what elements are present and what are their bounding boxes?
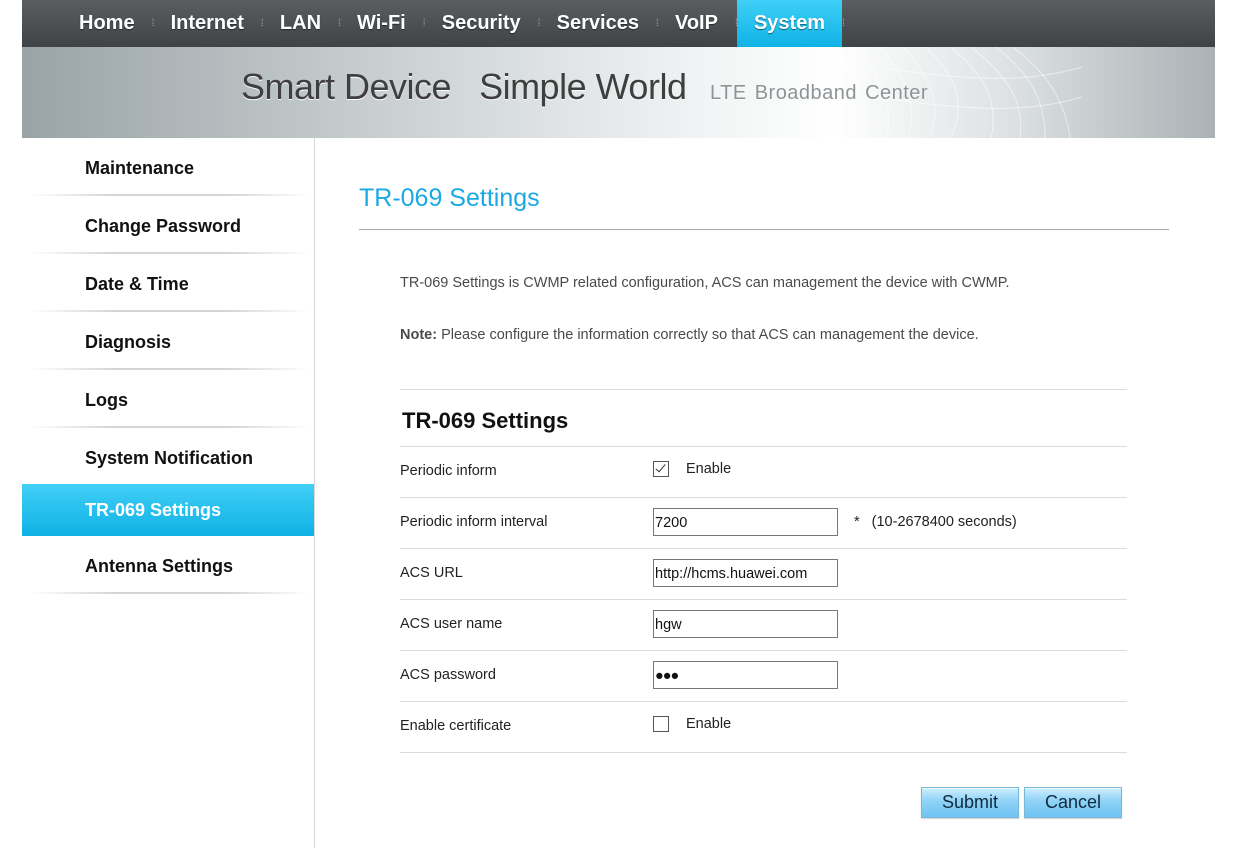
range-hint: (10-2678400 seconds) (871, 514, 1017, 530)
sidebar-item-antenna-settings[interactable]: Antenna Settings (22, 536, 314, 594)
cancel-button[interactable]: Cancel (1024, 787, 1122, 818)
sidebar-item-change-password[interactable]: Change Password (22, 196, 314, 254)
nav-separator: ⁞ (842, 18, 845, 29)
sidebar-item-system-notification[interactable]: System Notification (22, 428, 314, 486)
subtitle-word: Center (865, 82, 929, 104)
sidebar-item-diagnosis[interactable]: Diagnosis (22, 312, 314, 370)
submit-button[interactable]: Submit (921, 787, 1019, 818)
nav-lan[interactable]: LAN (263, 0, 338, 47)
acs-username-input[interactable] (653, 610, 838, 638)
nav-wifi[interactable]: Wi-Fi (340, 0, 423, 47)
sidebar-item-maintenance[interactable]: Maintenance (22, 138, 314, 196)
page-frame: Home ⁞ Internet ⁞ LAN ⁞ Wi-Fi ⁞ Security… (22, 0, 1215, 848)
required-mark: * (854, 514, 860, 530)
field-label: ACS URL (400, 565, 463, 581)
periodic-inform-checkbox[interactable] (653, 461, 669, 477)
page-note: Note: Please configure the information c… (400, 327, 979, 343)
form-row-acs-password: ACS password (400, 651, 1127, 702)
header-banner: Smart Device Simple World LTE Broadband Cen… (22, 47, 1215, 138)
section-title: TR-069 Settings (400, 390, 1127, 447)
top-navigation: Home ⁞ Internet ⁞ LAN ⁞ Wi-Fi ⁞ Security… (22, 0, 1215, 47)
nav-services[interactable]: Services (540, 0, 656, 47)
field-label: ACS password (400, 667, 496, 683)
form-row-enable-certificate: Enable certificate Enable (400, 702, 1127, 753)
main-content: TR-069 Settings TR-069 Settings is CWMP … (315, 138, 1215, 848)
form-row-periodic-inform: Periodic inform Enable (400, 447, 1127, 498)
brand-slogan: Smart Device Simple World LTE Broadband Cen… (241, 66, 936, 108)
note-text: Please configure the information correct… (437, 327, 979, 343)
slogan-subtitle: LTE Broadband Center (710, 82, 936, 104)
sidebar-item-tr069-settings[interactable]: TR-069 Settings (22, 484, 314, 536)
checkbox-label: Enable (686, 461, 732, 477)
page-description: TR-069 Settings is CWMP related configur… (400, 275, 1010, 291)
note-label: Note: (400, 327, 438, 343)
title-divider (359, 229, 1169, 230)
enable-certificate-checkbox[interactable] (653, 716, 669, 732)
sidebar-item-logs[interactable]: Logs (22, 370, 314, 428)
nav-system[interactable]: System (736, 0, 843, 47)
slogan-smart-device: Smart Device (241, 66, 452, 107)
tr069-settings-form: TR-069 Settings Periodic inform Enable P… (400, 389, 1127, 753)
subtitle-word: Broadband (754, 82, 858, 104)
sidebar: Maintenance Change Password Date & Time … (22, 138, 315, 848)
sidebar-item-date-time[interactable]: Date & Time (22, 254, 314, 312)
nav-internet[interactable]: Internet (154, 0, 261, 47)
field-label: ACS user name (400, 616, 503, 632)
slogan-simple-world: Simple World (479, 66, 687, 107)
periodic-interval-input[interactable] (653, 508, 838, 536)
field-label: Enable certificate (400, 718, 512, 734)
form-row-periodic-interval: Periodic inform interval * (10-2678400 se… (400, 498, 1127, 549)
nav-home[interactable]: Home (62, 0, 152, 47)
interval-hint: * (10-2678400 seconds) (854, 514, 1017, 530)
field-label: Periodic inform interval (400, 514, 548, 530)
nav-security[interactable]: Security (425, 0, 538, 47)
page-title: TR-069 Settings (359, 184, 540, 212)
acs-url-input[interactable] (653, 559, 838, 587)
field-label: Periodic inform (400, 463, 497, 479)
form-row-acs-url: ACS URL (400, 549, 1127, 600)
form-row-acs-user: ACS user name (400, 600, 1127, 651)
subtitle-word: LTE (709, 82, 747, 104)
acs-password-input[interactable] (653, 661, 838, 689)
nav-voip[interactable]: VoIP (658, 0, 735, 47)
checkbox-label: Enable (686, 716, 732, 732)
